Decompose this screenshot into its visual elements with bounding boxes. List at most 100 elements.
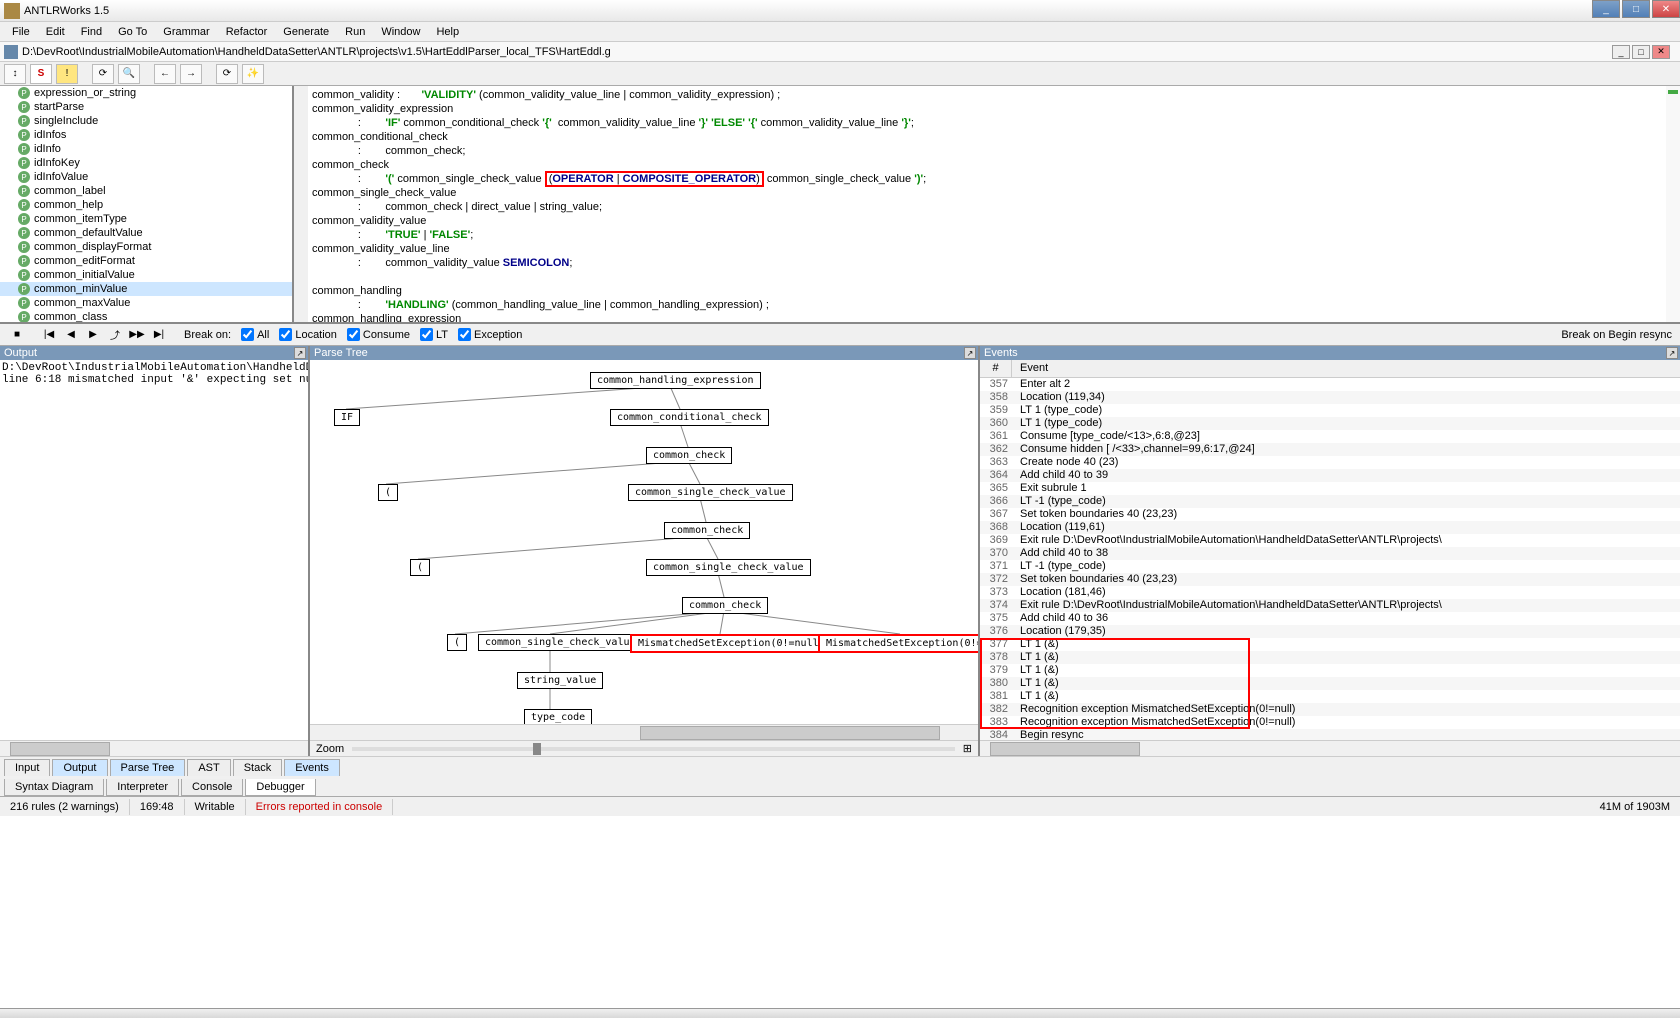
check-consume[interactable]: Consume — [347, 328, 410, 341]
menu-edit[interactable]: Edit — [38, 24, 73, 40]
rule-item[interactable]: PidInfoValue — [0, 170, 292, 184]
debug-end[interactable]: ▶| — [150, 327, 168, 343]
col-event-header[interactable]: Event — [1012, 360, 1680, 377]
event-row[interactable]: 376Location (179,35) — [980, 625, 1680, 638]
run-button[interactable]: ⟳ — [216, 64, 238, 84]
parsetree-node[interactable]: MismatchedSetException(0!=null) — [818, 634, 978, 653]
rule-item[interactable]: Pexpression_or_string — [0, 86, 292, 100]
rule-item[interactable]: Pcommon_maxValue — [0, 296, 292, 310]
code-content[interactable]: common_validity : 'VALIDITY' (common_val… — [294, 86, 1680, 322]
events-detach[interactable]: ↗ — [1666, 347, 1678, 359]
rule-item[interactable]: PsingleInclude — [0, 114, 292, 128]
view-tab-interpreter[interactable]: Interpreter — [106, 779, 179, 796]
debug-tab-stack[interactable]: Stack — [233, 759, 283, 776]
doc-restore[interactable]: □ — [1632, 45, 1650, 59]
output-detach[interactable]: ↗ — [294, 347, 306, 359]
rule-item[interactable]: Pcommon_help — [0, 198, 292, 212]
check-all[interactable]: All — [241, 328, 269, 341]
parsetree-node[interactable]: ( — [447, 634, 467, 651]
debug-tab-parse-tree[interactable]: Parse Tree — [110, 759, 186, 776]
debug-tab-output[interactable]: Output — [52, 759, 107, 776]
event-row[interactable]: 368Location (119,61) — [980, 521, 1680, 534]
refresh-button[interactable]: ⟳ — [92, 64, 114, 84]
next-button[interactable]: → — [180, 64, 202, 84]
event-row[interactable]: 359LT 1 (type_code) — [980, 404, 1680, 417]
event-row[interactable]: 382Recognition exception MismatchedSetEx… — [980, 703, 1680, 716]
parsetree-node[interactable]: IF — [334, 409, 360, 426]
output-content[interactable]: D:\DevRoot\IndustrialMobileAutomation\Ha… — [0, 360, 308, 740]
menu-window[interactable]: Window — [373, 24, 428, 40]
event-row[interactable]: 363Create node 40 (23) — [980, 456, 1680, 469]
event-row[interactable]: 360LT 1 (type_code) — [980, 417, 1680, 430]
syntax-button[interactable]: S — [30, 64, 52, 84]
parsetree-node[interactable]: type_code — [524, 709, 592, 724]
event-row[interactable]: 384Begin resync — [980, 729, 1680, 740]
parsetree-node[interactable]: common_handling_expression — [590, 372, 761, 389]
rule-item[interactable]: Pcommon_editFormat — [0, 254, 292, 268]
event-row[interactable]: 357Enter alt 2 — [980, 378, 1680, 391]
rule-item[interactable]: PstartParse — [0, 100, 292, 114]
menu-file[interactable]: File — [4, 24, 38, 40]
parsetree-node[interactable]: common_single_check_value — [646, 559, 811, 576]
event-row[interactable]: 358Location (119,34) — [980, 391, 1680, 404]
event-row[interactable]: 374Exit rule D:\DevRoot\IndustrialMobile… — [980, 599, 1680, 612]
event-row[interactable]: 375Add child 40 to 36 — [980, 612, 1680, 625]
menu-grammar[interactable]: Grammar — [155, 24, 217, 40]
debug-tab-ast[interactable]: AST — [187, 759, 230, 776]
doc-close[interactable]: ✕ — [1652, 45, 1670, 59]
rule-item[interactable]: Pcommon_label — [0, 184, 292, 198]
menu-find[interactable]: Find — [73, 24, 110, 40]
close-button[interactable]: ✕ — [1652, 0, 1680, 18]
check-location[interactable]: Location — [279, 328, 337, 341]
view-tab-syntax-diagram[interactable]: Syntax Diagram — [4, 779, 104, 796]
debug-back[interactable]: ◀ — [62, 327, 80, 343]
rule-item[interactable]: PidInfo — [0, 142, 292, 156]
wand-button[interactable]: ✨ — [242, 64, 264, 84]
maximize-button[interactable]: □ — [1622, 0, 1650, 18]
event-row[interactable]: 365Exit subrule 1 — [980, 482, 1680, 495]
parsetree-node[interactable]: string_value — [517, 672, 603, 689]
col-num-header[interactable]: # — [980, 360, 1012, 377]
find-button[interactable]: 🔍 — [118, 64, 140, 84]
event-row[interactable]: 373Location (181,46) — [980, 586, 1680, 599]
event-row[interactable]: 381LT 1 (&) — [980, 690, 1680, 703]
event-row[interactable]: 379LT 1 (&) — [980, 664, 1680, 677]
event-row[interactable]: 366LT -1 (type_code) — [980, 495, 1680, 508]
debug-play[interactable]: ▶ — [84, 327, 102, 343]
parsetree-node[interactable]: common_check — [646, 447, 732, 464]
rule-tree[interactable]: Pexpression_or_stringPstartParsePsingleI… — [0, 86, 294, 322]
rule-item[interactable]: Pcommon_initialValue — [0, 268, 292, 282]
event-row[interactable]: 383Recognition exception MismatchedSetEx… — [980, 716, 1680, 729]
debug-rewind[interactable]: |◀ — [40, 327, 58, 343]
debug-tab-events[interactable]: Events — [284, 759, 340, 776]
debug-stop[interactable]: ■ — [8, 327, 26, 343]
menu-refactor[interactable]: Refactor — [218, 24, 276, 40]
minimize-button[interactable]: _ — [1592, 0, 1620, 18]
view-tab-console[interactable]: Console — [181, 779, 243, 796]
event-row[interactable]: 370Add child 40 to 38 — [980, 547, 1680, 560]
event-row[interactable]: 380LT 1 (&) — [980, 677, 1680, 690]
rule-item[interactable]: Pcommon_defaultValue — [0, 226, 292, 240]
rule-item[interactable]: Pcommon_itemType — [0, 212, 292, 226]
parsetree-node[interactable]: common_single_check_value — [628, 484, 793, 501]
prev-button[interactable]: ← — [154, 64, 176, 84]
output-hscroll[interactable] — [0, 740, 308, 756]
zoom-fit-icon[interactable]: ⊞ — [963, 742, 972, 755]
check-exception[interactable]: Exception — [458, 328, 522, 341]
events-table[interactable]: # Event 357Enter alt 2358Location (119,3… — [980, 360, 1680, 740]
warning-button[interactable]: ! — [56, 64, 78, 84]
event-row[interactable]: 361Consume [type_code/<13>,6:8,@23] — [980, 430, 1680, 443]
parsetree-node[interactable]: common_check — [664, 522, 750, 539]
rule-item[interactable]: Pcommon_minValue — [0, 282, 292, 296]
menu-generate[interactable]: Generate — [275, 24, 337, 40]
menu-run[interactable]: Run — [337, 24, 373, 40]
check-lt[interactable]: LT — [420, 328, 448, 341]
rule-item[interactable]: Pcommon_class — [0, 310, 292, 322]
code-editor[interactable]: common_validity : 'VALIDITY' (common_val… — [294, 86, 1680, 322]
event-row[interactable]: 372Set token boundaries 40 (23,23) — [980, 573, 1680, 586]
parsetree-node[interactable]: ( — [378, 484, 398, 501]
events-hscroll[interactable] — [980, 740, 1680, 756]
event-row[interactable]: 371LT -1 (type_code) — [980, 560, 1680, 573]
parsetree-node[interactable]: common_conditional_check — [610, 409, 769, 426]
rule-item[interactable]: PidInfoKey — [0, 156, 292, 170]
